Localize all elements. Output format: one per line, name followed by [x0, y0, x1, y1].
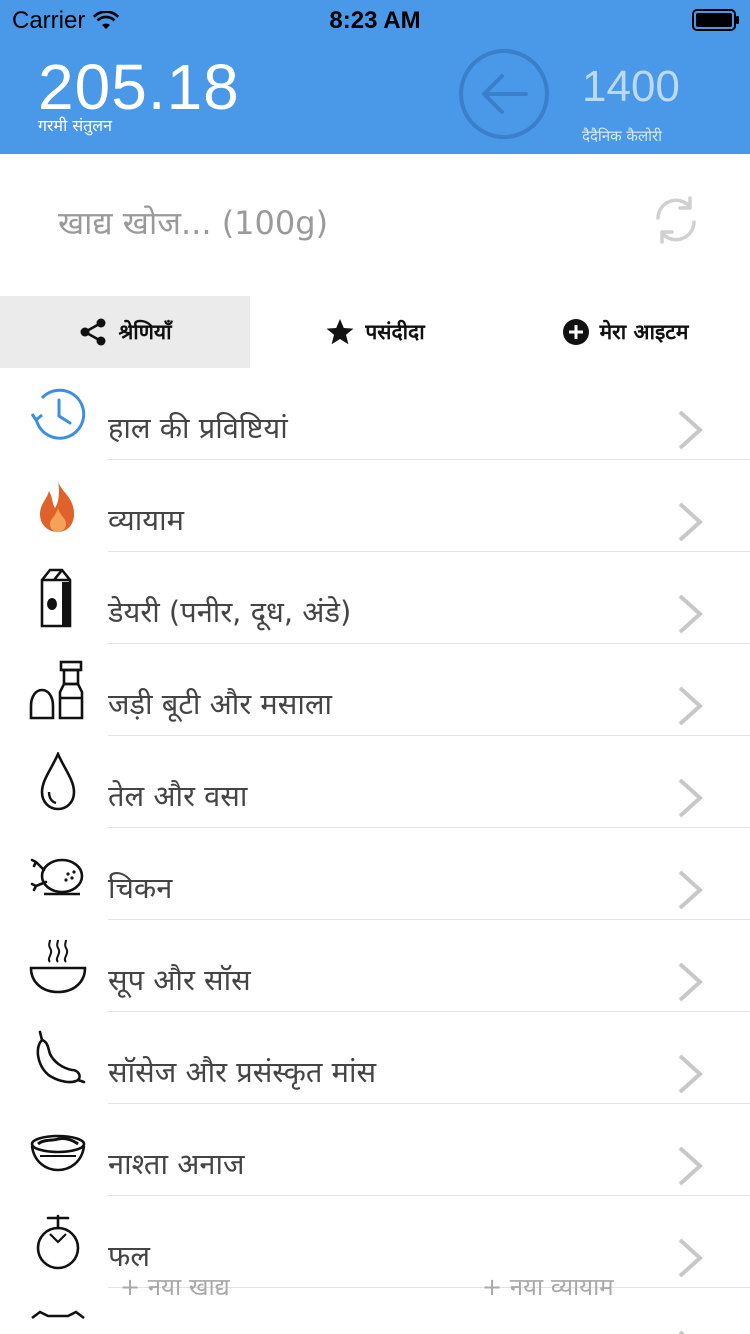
food-search-screen: Carrier 8:23 AM 205.18 गरमी संतुलन 1400 …: [0, 0, 750, 1334]
fruit-icon: [36, 1214, 80, 1270]
category-tabs: श्रेणियाँ पसंदीदा मेरा आइटम: [0, 296, 750, 368]
list-item-exercise[interactable]: व्यायाम: [0, 460, 750, 552]
list-item-label: सॉसेज और प्रसंस्कृत मांस: [108, 1055, 377, 1089]
chicken-icon: [30, 858, 84, 896]
list-item-label: चिकन: [108, 871, 173, 905]
milk-carton-icon: [40, 568, 72, 628]
sausage-icon: [36, 1030, 86, 1084]
chevron-right-icon: [678, 962, 703, 1002]
heat-balance-value: 205.18: [38, 51, 240, 123]
history-clock-icon: [30, 388, 86, 440]
list-item-recent[interactable]: हाल की प्रविष्टियां: [0, 368, 750, 460]
salt-pepper-icon: [29, 660, 84, 720]
chevron-right-icon: [678, 1330, 686, 1334]
chevron-right-icon: [678, 1054, 703, 1094]
new-food-label: + नया खाद्य: [120, 1273, 230, 1301]
new-exercise-button[interactable]: + नया व्यायाम: [482, 1270, 614, 1303]
chevron-right-icon: [678, 410, 703, 450]
daily-calorie-label: दैदैनिक कैलोरी: [582, 127, 663, 145]
list-item-label: व्यायाम: [108, 503, 184, 537]
share-icon: [80, 318, 106, 346]
status-bar: Carrier 8:23 AM: [0, 0, 750, 40]
list-item-soups[interactable]: सूप और सॉस: [0, 920, 750, 1012]
heat-balance-label: गरमी संतुलन: [38, 116, 113, 135]
star-icon: [326, 319, 354, 345]
list-item-label: नाश्ता अनाज: [108, 1147, 245, 1181]
cereal-bowl-icon: [30, 1134, 86, 1172]
oil-drop-icon: [40, 752, 76, 811]
chevron-right-icon: [678, 870, 703, 910]
daily-calorie-value: 1400: [582, 62, 680, 111]
list-item-label: हाल की प्रविष्टियां: [108, 411, 288, 445]
list-item-label: डेयरी (पनीर, दूध, अंडे): [108, 595, 352, 629]
chevron-right-icon: [678, 502, 703, 542]
clock: 8:23 AM: [329, 7, 421, 34]
flame-icon: [40, 480, 74, 532]
chevron-right-icon: [678, 778, 703, 818]
refresh-icon[interactable]: [650, 194, 702, 246]
tab-categories[interactable]: श्रेणियाँ: [0, 296, 250, 368]
back-arrow-icon[interactable]: [458, 48, 550, 140]
list-item-chicken[interactable]: चिकन: [0, 828, 750, 920]
soup-bowl-icon: [29, 939, 87, 994]
list-item-dairy[interactable]: डेयरी (पनीर, दूध, अंडे): [0, 552, 750, 644]
battery-icon: [692, 9, 739, 31]
new-exercise-label: + नया व्यायाम: [482, 1273, 614, 1301]
new-food-button[interactable]: + नया खाद्य: [120, 1270, 230, 1303]
search-bar: [0, 154, 750, 296]
tab-my-items[interactable]: मेरा आइटम: [500, 296, 750, 368]
food-search-input[interactable]: [58, 198, 618, 248]
header: Carrier 8:23 AM 205.18 गरमी संतुलन 1400 …: [0, 0, 750, 154]
list-item-oils[interactable]: तेल और वसा: [0, 736, 750, 828]
list-item-sausages[interactable]: सॉसेज और प्रसंस्कृत मांस: [0, 1012, 750, 1104]
list-item-label: तेल और वसा: [108, 779, 248, 813]
tab-categories-label: श्रेणियाँ: [118, 320, 172, 344]
tab-favorites-label: पसंदीदा: [365, 320, 425, 344]
bottom-actions: + नया खाद्य + नया व्यायाम: [0, 1270, 750, 1310]
category-list: हाल की प्रविष्टियां व्यायाम डेयरी (पनीर,…: [0, 368, 750, 1334]
tab-my-items-label: मेरा आइटम: [599, 320, 689, 344]
list-item-herbs[interactable]: जड़ी बूटी और मसाला: [0, 644, 750, 736]
plus-circle-icon: [562, 319, 589, 345]
list-item-cereal[interactable]: नाश्ता अनाज: [0, 1104, 750, 1196]
list-item-label: सूप और सॉस: [108, 963, 251, 997]
tab-favorites[interactable]: पसंदीदा: [250, 296, 500, 368]
chevron-right-icon: [678, 1146, 703, 1186]
chevron-right-icon: [678, 686, 703, 726]
list-item-label: जड़ी बूटी और मसाला: [108, 687, 333, 721]
chevron-right-icon: [678, 594, 703, 634]
